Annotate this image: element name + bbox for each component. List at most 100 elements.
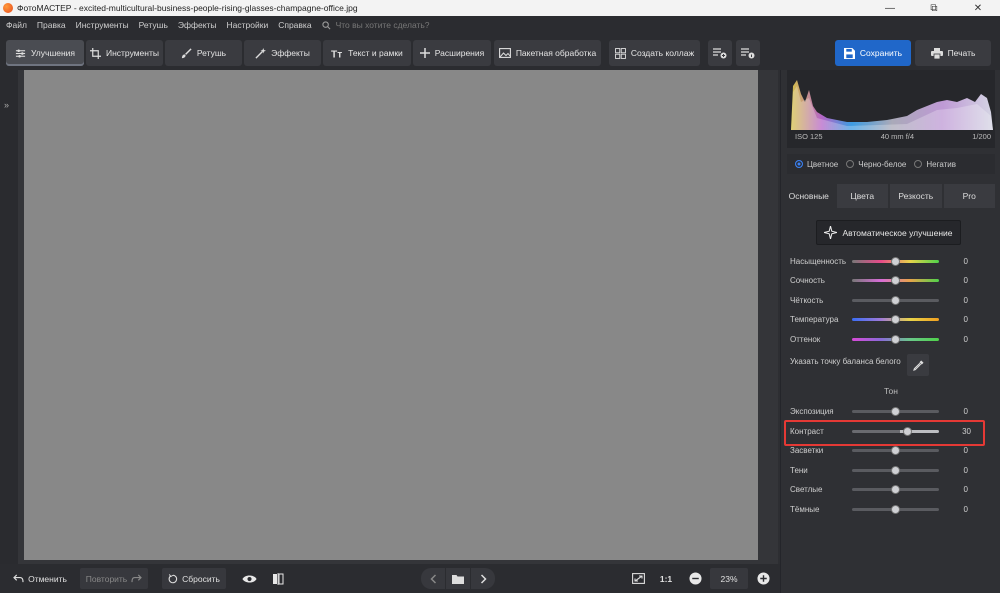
- slider-knob[interactable]: [891, 465, 900, 475]
- expand-panel-icon[interactable]: »: [4, 100, 9, 110]
- slider-track[interactable]: [852, 426, 939, 436]
- slider-value: 0: [963, 445, 968, 455]
- minus-circle-icon: [688, 572, 702, 585]
- slider-track[interactable]: [852, 465, 939, 475]
- tab-text-frames[interactable]: Tт Текст и рамки: [323, 40, 411, 66]
- photo-preview[interactable]: [24, 70, 758, 560]
- tab-colors[interactable]: Цвета: [836, 184, 888, 208]
- tab-enhance-label: Улучшения: [30, 48, 76, 58]
- undo-button[interactable]: Отменить: [6, 568, 74, 589]
- tab-enhance[interactable]: Улучшения: [6, 40, 84, 66]
- tab-tools[interactable]: Инструменты: [86, 40, 163, 66]
- slider-exposure[interactable]: Экспозиция 0: [781, 402, 1000, 420]
- list-info-button[interactable]: [736, 40, 760, 66]
- list-add-icon: [713, 48, 727, 59]
- menu-bar: Файл Правка Инструменты Ретушь Эффекты Н…: [0, 16, 1000, 34]
- slider-value: 0: [963, 256, 968, 266]
- slider-blacks[interactable]: Тёмные 0: [781, 500, 1000, 518]
- plus-circle-icon: [756, 572, 770, 585]
- menu-tools[interactable]: Инструменты: [76, 20, 129, 30]
- menu-search[interactable]: Что вы хотите сделать?: [321, 20, 430, 30]
- slider-knob[interactable]: [903, 426, 912, 436]
- slider-track[interactable]: [852, 504, 939, 514]
- batch-processing-button[interactable]: Пакетная обработка: [494, 40, 601, 66]
- auto-enhance-button[interactable]: Автоматическое улучшение: [816, 220, 961, 245]
- expand-icon: [631, 573, 645, 584]
- fit-to-screen-button[interactable]: [626, 568, 650, 589]
- slider-knob[interactable]: [891, 275, 900, 285]
- slider-track[interactable]: [852, 334, 939, 344]
- slider-track[interactable]: [852, 484, 939, 494]
- zoom-in-button[interactable]: [752, 568, 774, 589]
- tab-extensions[interactable]: Расширения: [413, 40, 491, 66]
- preview-toggle-button[interactable]: [237, 568, 261, 589]
- radio-negative[interactable]: [914, 160, 923, 168]
- next-image-button[interactable]: [471, 568, 495, 589]
- maximize-icon[interactable]: ⧉: [912, 3, 956, 14]
- slider-knob[interactable]: [891, 504, 900, 514]
- menu-settings[interactable]: Настройки: [227, 20, 269, 30]
- crop-icon: [89, 47, 101, 59]
- menu-help[interactable]: Справка: [278, 20, 311, 30]
- slider-knob[interactable]: [891, 406, 900, 416]
- tab-pro[interactable]: Pro: [943, 184, 995, 208]
- tab-effects[interactable]: Эффекты: [244, 40, 321, 66]
- mode-color-label: Цветное: [807, 159, 839, 169]
- slider-knob[interactable]: [891, 256, 900, 266]
- histogram: ISO 125 40 mm f/4 1/200: [787, 70, 995, 148]
- reset-button[interactable]: Сбросить: [162, 568, 226, 589]
- close-icon[interactable]: ✕: [956, 3, 1000, 14]
- create-collage-label: Создать коллаж: [630, 48, 695, 58]
- slider-knob[interactable]: [891, 445, 900, 455]
- slider-track[interactable]: [852, 295, 939, 305]
- folder-icon: [452, 574, 464, 584]
- menu-effects[interactable]: Эффекты: [178, 20, 217, 30]
- slider-knob[interactable]: [891, 484, 900, 494]
- slider-label: Чёткость: [790, 295, 824, 305]
- redo-button[interactable]: Повторить: [80, 568, 148, 589]
- slider-clarity[interactable]: Чёткость 0: [781, 291, 1000, 309]
- minimize-icon[interactable]: —: [868, 3, 912, 14]
- add-list-button[interactable]: [708, 40, 732, 66]
- zoom-level-field[interactable]: 23%: [710, 568, 748, 589]
- white-balance-picker-button[interactable]: [907, 354, 929, 376]
- radio-bw[interactable]: [846, 160, 855, 168]
- slider-knob[interactable]: [891, 314, 900, 324]
- slider-label: Экспозиция: [790, 406, 834, 416]
- slider-knob[interactable]: [891, 334, 900, 344]
- slider-temperature[interactable]: Температура 0: [781, 310, 1000, 328]
- slider-whites[interactable]: Светлые 0: [781, 480, 1000, 498]
- create-collage-button[interactable]: Создать коллаж: [609, 40, 700, 66]
- slider-saturation[interactable]: Насыщенность 0: [781, 252, 1000, 270]
- menu-retouch[interactable]: Ретушь: [139, 20, 168, 30]
- menu-file[interactable]: Файл: [6, 20, 27, 30]
- slider-contrast[interactable]: Контраст 30: [781, 420, 1000, 446]
- tab-retouch[interactable]: Ретушь: [165, 40, 242, 66]
- printer-icon: [930, 47, 943, 59]
- slider-track[interactable]: [852, 406, 939, 416]
- tab-basic[interactable]: Основные: [783, 184, 835, 208]
- slider-value: 0: [963, 465, 968, 475]
- slider-vibrance[interactable]: Сочность 0: [781, 271, 1000, 289]
- actual-size-button[interactable]: 1:1: [654, 568, 678, 589]
- open-folder-button[interactable]: [446, 568, 470, 589]
- slider-track[interactable]: [852, 314, 939, 324]
- slider-highlights[interactable]: Засветки 0: [781, 441, 1000, 459]
- save-label: Сохранить: [859, 48, 903, 58]
- slider-shadows[interactable]: Тени 0: [781, 461, 1000, 479]
- slider-tint[interactable]: Оттенок 0: [781, 330, 1000, 348]
- menu-edit[interactable]: Правка: [37, 20, 66, 30]
- print-button[interactable]: Печать: [915, 40, 991, 66]
- save-button[interactable]: Сохранить: [835, 40, 911, 66]
- slider-knob[interactable]: [891, 295, 900, 305]
- panel-tabs: Основные Цвета Резкость Pro: [783, 184, 997, 208]
- slider-track[interactable]: [852, 256, 939, 266]
- slider-track[interactable]: [852, 445, 939, 455]
- radio-color[interactable]: [795, 160, 803, 168]
- compare-button[interactable]: [266, 568, 290, 589]
- zoom-out-button[interactable]: [684, 568, 706, 589]
- slider-label: Светлые: [790, 484, 823, 494]
- tab-sharpness[interactable]: Резкость: [890, 184, 942, 208]
- slider-track[interactable]: [852, 275, 939, 285]
- prev-image-button[interactable]: [421, 568, 445, 589]
